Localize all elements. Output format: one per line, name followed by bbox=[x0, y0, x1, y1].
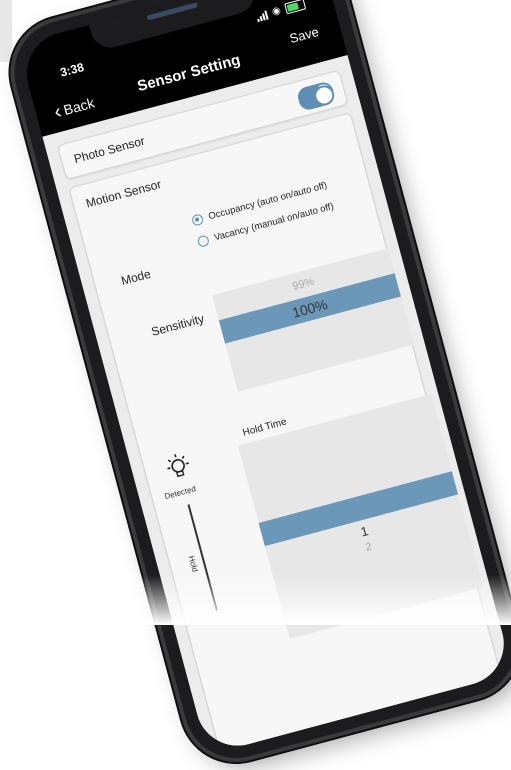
lightbulb-icon bbox=[167, 454, 189, 478]
bottom-fade bbox=[0, 575, 511, 625]
phone-frame: 3:38 ◉ ‹ Back Sensor Setting Save Photo … bbox=[2, 0, 511, 770]
sensitivity-picker[interactable]: 99% 100% bbox=[212, 248, 414, 392]
radio-selected[interactable] bbox=[190, 213, 205, 227]
speaker-grille bbox=[146, 2, 199, 21]
settings-content: Photo Sensor Motion Sensor Mode Occupanc… bbox=[42, 55, 511, 755]
phone-screen: 3:38 ◉ ‹ Back Sensor Setting Save Photo … bbox=[17, 0, 511, 755]
detected-label: Detected bbox=[163, 484, 197, 502]
status-time: 3:38 bbox=[58, 59, 86, 80]
notch bbox=[88, 0, 259, 52]
battery-icon bbox=[284, 0, 307, 15]
motion-sensor-card: Motion Sensor Mode Occupancy (auto on/au… bbox=[68, 83, 511, 755]
hold-label: Hold bbox=[186, 554, 200, 573]
mode-label: Mode bbox=[119, 266, 153, 289]
photo-sensor-label: Photo Sensor bbox=[72, 133, 147, 167]
toggle-knob bbox=[314, 85, 335, 106]
background-corner bbox=[0, 0, 12, 62]
signal-icon bbox=[256, 9, 269, 22]
wifi-icon: ◉ bbox=[270, 4, 283, 18]
status-icons: ◉ bbox=[255, 0, 307, 22]
sensitivity-label: Sensitivity bbox=[149, 311, 206, 339]
motion-sensor-label: Motion Sensor bbox=[84, 176, 163, 211]
radio-unselected[interactable] bbox=[196, 234, 211, 248]
